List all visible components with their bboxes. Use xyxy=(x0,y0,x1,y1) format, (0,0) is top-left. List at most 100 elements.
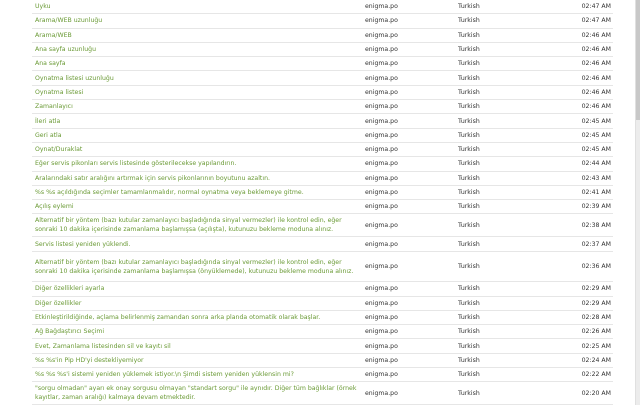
file-name: enigma.po xyxy=(362,13,455,29)
timestamp: 02:39 AM xyxy=(548,199,613,215)
file-name: enigma.po xyxy=(362,381,455,405)
message-link[interactable]: Eğer servis pikonları servis listesinde … xyxy=(32,156,362,172)
timestamp: 02:36 AM xyxy=(548,251,613,283)
table-row: Eğer servis pikonları servis listesinde … xyxy=(32,156,613,172)
message-link[interactable]: Alternatif bir yöntem (bazı kutular zama… xyxy=(32,213,362,238)
file-name: enigma.po xyxy=(362,171,455,186)
message-link[interactable]: Oynatma listesi xyxy=(32,85,362,101)
message-link[interactable]: Ağ Bağdaştırıcı Seçimi xyxy=(32,324,362,340)
timestamp: 02:43 AM xyxy=(548,171,613,186)
table-row: Diğer özellikleri ayarla enigma.po Turkish… xyxy=(32,281,613,297)
language: Turkish xyxy=(455,213,548,238)
file-name: enigma.po xyxy=(362,28,455,43)
timestamp: 02:46 AM xyxy=(548,56,613,72)
message-link[interactable]: Arama/WEB uzunluğu xyxy=(32,13,362,29)
table-row: Diğer özellikler enigma.po Turkish 02:29 AM xyxy=(32,296,613,311)
message-link[interactable]: %s %s açıldığında seçimler tamamlanmalıd… xyxy=(32,185,362,201)
translation-history-page: Uyku enigma.po Turkish 02:47 AM Arama/WEB u… xyxy=(0,0,640,405)
language: Turkish xyxy=(455,367,548,383)
file-name: enigma.po xyxy=(362,367,455,383)
file-name: enigma.po xyxy=(362,213,455,238)
timestamp: 02:46 AM xyxy=(548,28,613,43)
message-link[interactable]: Geri atla xyxy=(32,128,362,143)
table-row: Açılış eylemi enigma.po Turkish 02:39 AM xyxy=(32,199,613,215)
table-row: Aralarındaki satır aralığını artırmak iç… xyxy=(32,171,613,186)
message-link[interactable]: Alternatif bir yöntem (bazı kutular zama… xyxy=(32,251,362,283)
timestamp: 02:25 AM xyxy=(548,338,613,354)
language: Turkish xyxy=(455,128,548,143)
language: Turkish xyxy=(455,42,548,58)
language: Turkish xyxy=(455,13,548,29)
message-link[interactable]: Arama/WEB xyxy=(32,28,362,43)
message-link[interactable]: Zamanlayıcı xyxy=(32,99,362,115)
message-link[interactable]: %s %s'in Pip HD'yi destekliyemiyor xyxy=(32,353,362,369)
message-link[interactable]: Ana sayfa xyxy=(32,56,362,72)
message-link[interactable]: Aralarındaki satır aralığını artırmak iç… xyxy=(32,171,362,186)
message-link[interactable]: "sorgu olmadan" ayarı ek onay sorgusu ol… xyxy=(32,381,362,405)
table-row: Etkinleştirildiğinde, açlama belirlenmiş… xyxy=(32,310,613,326)
timestamp: 02:37 AM xyxy=(548,236,613,252)
language: Turkish xyxy=(455,156,548,172)
timestamp: 02:46 AM xyxy=(548,42,613,58)
language: Turkish xyxy=(455,338,548,354)
file-name: enigma.po xyxy=(362,142,455,158)
timestamp: 02:47 AM xyxy=(548,0,613,15)
file-name: enigma.po xyxy=(362,324,455,340)
message-link[interactable]: Oynat/Duraklat xyxy=(32,142,362,158)
timestamp: 02:45 AM xyxy=(548,113,613,129)
timestamp: 02:28 AM xyxy=(548,310,613,326)
timestamp: 02:47 AM xyxy=(548,13,613,29)
table-row: İleri atla enigma.po Turkish 02:45 AM xyxy=(32,113,613,129)
timestamp: 02:44 AM xyxy=(548,156,613,172)
timestamp: 02:46 AM xyxy=(548,85,613,101)
timestamp: 02:45 AM xyxy=(548,142,613,158)
language: Turkish xyxy=(455,281,548,297)
language: Turkish xyxy=(455,142,548,158)
file-name: enigma.po xyxy=(362,156,455,172)
timestamp: 02:26 AM xyxy=(548,324,613,340)
language: Turkish xyxy=(455,28,548,43)
file-name: enigma.po xyxy=(362,42,455,58)
message-link[interactable]: Uyku xyxy=(32,0,362,15)
language: Turkish xyxy=(455,171,548,186)
language: Turkish xyxy=(455,324,548,340)
table-row: Arama/WEB enigma.po Turkish 02:46 AM xyxy=(32,28,613,43)
table-row: "sorgu olmadan" ayarı ek onay sorgusu ol… xyxy=(32,381,613,405)
table-row: %s %s %s'i sistemi yeniden yüklemek isti… xyxy=(32,367,613,383)
timestamp: 02:20 AM xyxy=(548,381,613,405)
vertical-scrollbar[interactable] xyxy=(635,0,640,405)
timestamp: 02:46 AM xyxy=(548,70,613,86)
message-link[interactable]: Ana sayfa uzunluğu xyxy=(32,42,362,58)
file-name: enigma.po xyxy=(362,99,455,115)
message-link[interactable]: İleri atla xyxy=(32,113,362,129)
table-row: Arama/WEB uzunluğu enigma.po Turkish 02:47 … xyxy=(32,13,613,29)
language: Turkish xyxy=(455,251,548,283)
language: Turkish xyxy=(455,70,548,86)
file-name: enigma.po xyxy=(362,185,455,201)
message-link[interactable]: Evet, Zamanlama listesinden sil ve kayıt… xyxy=(32,338,362,354)
language: Turkish xyxy=(455,0,548,15)
message-link[interactable]: Açılış eylemi xyxy=(32,199,362,215)
message-link[interactable]: Servis listesi yeniden yüklendi. xyxy=(32,236,362,252)
message-link[interactable]: Diğer özellikler xyxy=(32,296,362,311)
message-link[interactable]: %s %s %s'i sistemi yeniden yüklemek isti… xyxy=(32,367,362,383)
message-link[interactable]: Diğer özellikleri ayarla xyxy=(32,281,362,297)
message-link[interactable]: Etkinleştirildiğinde, açlama belirlenmiş… xyxy=(32,310,362,326)
table-row: Ana sayfa uzunluğu enigma.po Turkish 02:46 … xyxy=(32,42,613,58)
timestamp: 02:24 AM xyxy=(548,353,613,369)
scrollbar-thumb[interactable] xyxy=(636,0,640,120)
table-row: Servis listesi yeniden yüklendi. enigma.p… xyxy=(32,236,613,252)
file-name: enigma.po xyxy=(362,338,455,354)
file-name: enigma.po xyxy=(362,0,455,15)
table-row: Alternatif bir yöntem (bazı kutular zama… xyxy=(32,213,613,238)
file-name: enigma.po xyxy=(362,353,455,369)
table-row: Oynat/Duraklat enigma.po Turkish 02:45 AM xyxy=(32,142,613,158)
table-row: Ağ Bağdaştırıcı Seçimi enigma.po Turkish 02… xyxy=(32,324,613,340)
language: Turkish xyxy=(455,236,548,252)
file-name: enigma.po xyxy=(362,251,455,283)
message-link[interactable]: Oynatma listesi uzunluğu xyxy=(32,70,362,86)
table-row: %s %s'in Pip HD'yi destekliyemiyor enigma… xyxy=(32,353,613,369)
file-name: enigma.po xyxy=(362,296,455,311)
language: Turkish xyxy=(455,185,548,201)
file-name: enigma.po xyxy=(362,128,455,143)
